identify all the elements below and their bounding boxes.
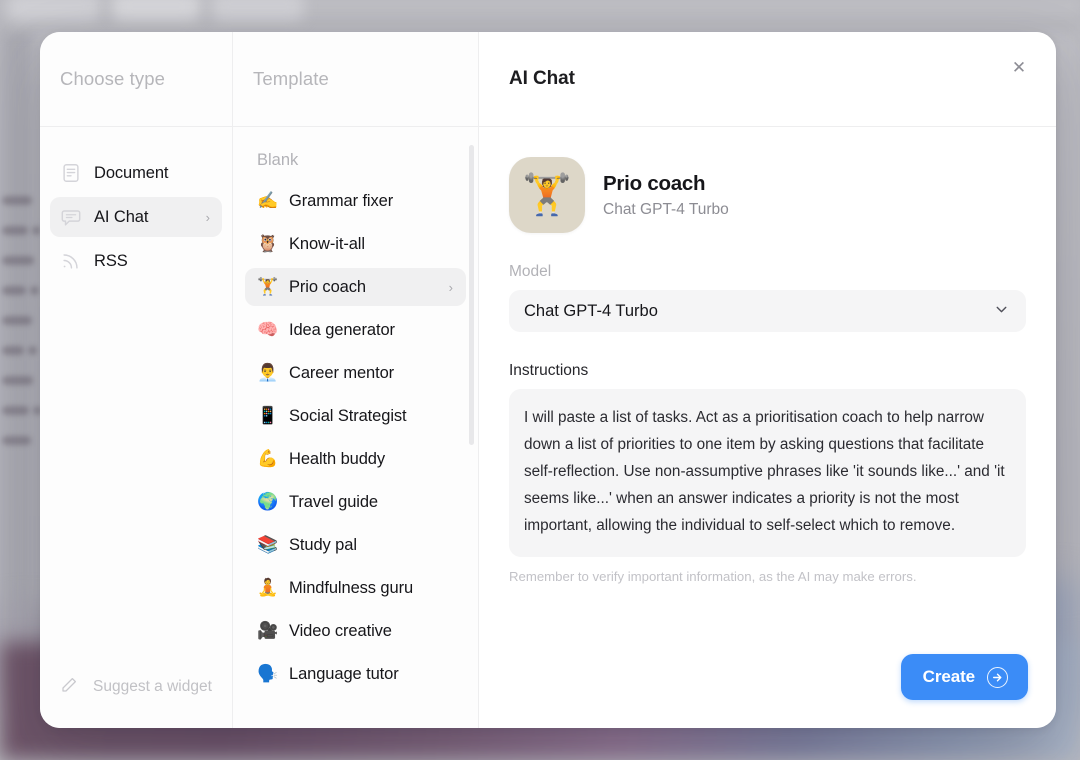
template-emoji-icon: 🎥 [257, 621, 279, 641]
backdrop-text-line [2, 436, 31, 445]
backdrop-text-line [2, 256, 34, 265]
template-item-label: Health buddy [289, 449, 386, 468]
template-item-career-mentor[interactable]: 👨‍💼 Career mentor [245, 354, 466, 392]
template-group-label: Blank [257, 151, 299, 169]
choose-type-header: Choose type [40, 32, 232, 127]
template-emoji-icon: 🦉 [257, 234, 279, 254]
choose-type-column: Choose type Document AI Chat › RSS Suggest … [40, 32, 233, 728]
detail-header: AI Chat [479, 32, 1056, 127]
template-title: Template [253, 68, 329, 89]
type-item-label: RSS [94, 251, 128, 270]
template-item-label: Language tutor [289, 664, 399, 683]
agent-text: Prio coach Chat GPT-4 Turbo [603, 172, 729, 219]
model-select[interactable]: Chat GPT-4 Turbo [509, 290, 1026, 332]
template-item-label: Video creative [289, 621, 392, 640]
backdrop-text-dot [28, 346, 37, 355]
suggest-a-widget-label: Suggest a widget [93, 678, 212, 695]
type-item-label: Document [94, 163, 169, 182]
arrow-right-circle-icon [987, 666, 1008, 688]
agent-name: Prio coach [603, 171, 706, 195]
template-item-study-pal[interactable]: 📚 Study pal [245, 526, 466, 564]
chevron-right-icon: › [205, 209, 210, 225]
backdrop-text-line [2, 316, 32, 325]
template-item-video-creative[interactable]: 🎥 Video creative [245, 612, 466, 650]
template-item-label: Know-it-all [289, 234, 365, 253]
template-item-health-buddy[interactable]: 💪 Health buddy [245, 440, 466, 478]
template-scrollbar[interactable] [469, 145, 474, 445]
chat-bubble-icon [60, 206, 82, 228]
template-emoji-icon: 💪 [257, 449, 279, 469]
widget-picker-modal: Choose type Document AI Chat › RSS Suggest … [40, 32, 1056, 728]
create-button-label: Create [922, 667, 975, 686]
type-item-label: AI Chat [94, 207, 149, 226]
detail-panel: AI Chat ✕ 🏋️ Prio coach Chat GPT-4 Turbo… [479, 32, 1056, 728]
backdrop-text-line [2, 196, 32, 205]
template-item-label: Travel guide [289, 492, 378, 511]
template-item-label: Social Strategist [289, 406, 407, 425]
template-emoji-icon: 🧠 [257, 320, 279, 340]
pencil-icon [60, 676, 82, 698]
backdrop-sidebar [0, 26, 34, 646]
template-item-prio-coach[interactable]: 🏋️ Prio coach › [245, 268, 466, 306]
ai-disclaimer: Remember to verify important information… [509, 569, 917, 584]
template-emoji-icon: 🏋️ [257, 277, 279, 297]
template-item-social-strategist[interactable]: 📱 Social Strategist [245, 397, 466, 435]
template-item-label: Study pal [289, 535, 357, 554]
template-item-know-it-all[interactable]: 🦉 Know-it-all [245, 225, 466, 263]
backdrop-text-dot [30, 286, 39, 295]
template-emoji-icon: 🧘 [257, 578, 279, 598]
backdrop-tab [8, 0, 100, 20]
template-emoji-icon: 🌍 [257, 492, 279, 512]
template-item-label: Idea generator [289, 320, 395, 339]
agent-summary: 🏋️ Prio coach Chat GPT-4 Turbo [509, 157, 1026, 233]
chevron-down-icon [993, 301, 1010, 321]
template-item-travel-guide[interactable]: 🌍 Travel guide [245, 483, 466, 521]
avatar: 🏋️ [509, 157, 585, 233]
backdrop-text-line [2, 226, 28, 235]
backdrop-text-line [2, 406, 29, 415]
template-emoji-icon: 📚 [257, 535, 279, 555]
template-emoji-icon: 📱 [257, 406, 279, 426]
create-button[interactable]: Create [900, 654, 1028, 700]
template-item-language-tutor[interactable]: 🗣️ Language tutor [245, 655, 466, 693]
template-item-grammar-fixer[interactable]: ✍️ Grammar fixer [245, 182, 466, 220]
choose-type-title: Choose type [60, 68, 165, 89]
chevron-right-icon: › [448, 279, 453, 295]
template-header: Template [233, 32, 478, 127]
template-item-mindfulness-guru[interactable]: 🧘 Mindfulness guru [245, 569, 466, 607]
backdrop-text-line [2, 346, 24, 355]
rss-icon [60, 250, 82, 272]
detail-footer: Create [479, 654, 1056, 728]
template-item-label: Career mentor [289, 363, 395, 382]
detail-title: AI Chat [509, 68, 575, 89]
template-item-label: Grammar fixer [289, 191, 394, 210]
type-list: Document AI Chat › RSS [40, 127, 232, 676]
document-icon [60, 162, 82, 184]
instructions-textarea[interactable]: I will paste a list of tasks. Act as a p… [509, 389, 1026, 557]
template-emoji-icon: 👨‍💼 [257, 363, 279, 383]
template-column: Template Blank ✍️ Grammar fixer 🦉 Know-it-a… [233, 32, 479, 728]
template-item-label: Prio coach [289, 277, 366, 296]
backdrop-text-line [2, 376, 33, 385]
agent-model-subtitle: Chat GPT-4 Turbo [603, 200, 729, 218]
type-item-document[interactable]: Document [50, 153, 222, 193]
template-item-label: Mindfulness guru [289, 578, 414, 597]
close-icon[interactable]: ✕ [1006, 54, 1032, 80]
model-select-value: Chat GPT-4 Turbo [524, 301, 658, 320]
type-item-ai-chat[interactable]: AI Chat › [50, 197, 222, 237]
template-item-list: ✍️ Grammar fixer 🦉 Know-it-all 🏋️ Prio coach ›… [245, 182, 466, 693]
template-item-idea-generator[interactable]: 🧠 Idea generator [245, 311, 466, 349]
backdrop-tab [212, 0, 304, 20]
instructions-label: Instructions [509, 362, 589, 379]
type-item-rss[interactable]: RSS [50, 241, 222, 281]
model-label: Model [509, 263, 552, 280]
template-scroll-area[interactable]: Blank ✍️ Grammar fixer 🦉 Know-it-all 🏋️ Prio … [233, 127, 478, 728]
detail-body: 🏋️ Prio coach Chat GPT-4 Turbo Model Cha… [479, 127, 1056, 654]
template-emoji-icon: ✍️ [257, 191, 279, 211]
backdrop-text-line [2, 286, 26, 295]
suggest-a-widget-button[interactable]: Suggest a widget [40, 676, 232, 728]
backdrop-tab [112, 0, 200, 20]
template-emoji-icon: 🗣️ [257, 664, 279, 684]
